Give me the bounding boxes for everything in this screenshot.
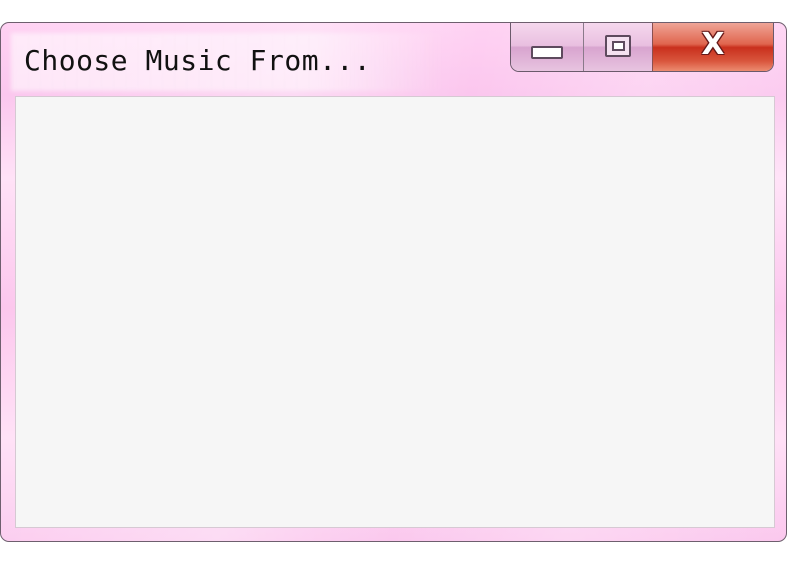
maximize-icon [605, 34, 631, 57]
music-chooser-window: Choose Music From... X [0, 22, 787, 542]
window-controls: X [510, 23, 774, 72]
content-area[interactable] [15, 96, 775, 528]
window-title: Choose Music From... [24, 44, 372, 77]
close-icon: X [701, 26, 725, 62]
minimize-button[interactable] [511, 23, 584, 71]
close-button[interactable]: X [653, 23, 773, 71]
maximize-button[interactable] [584, 23, 653, 71]
minimize-icon [531, 46, 563, 59]
